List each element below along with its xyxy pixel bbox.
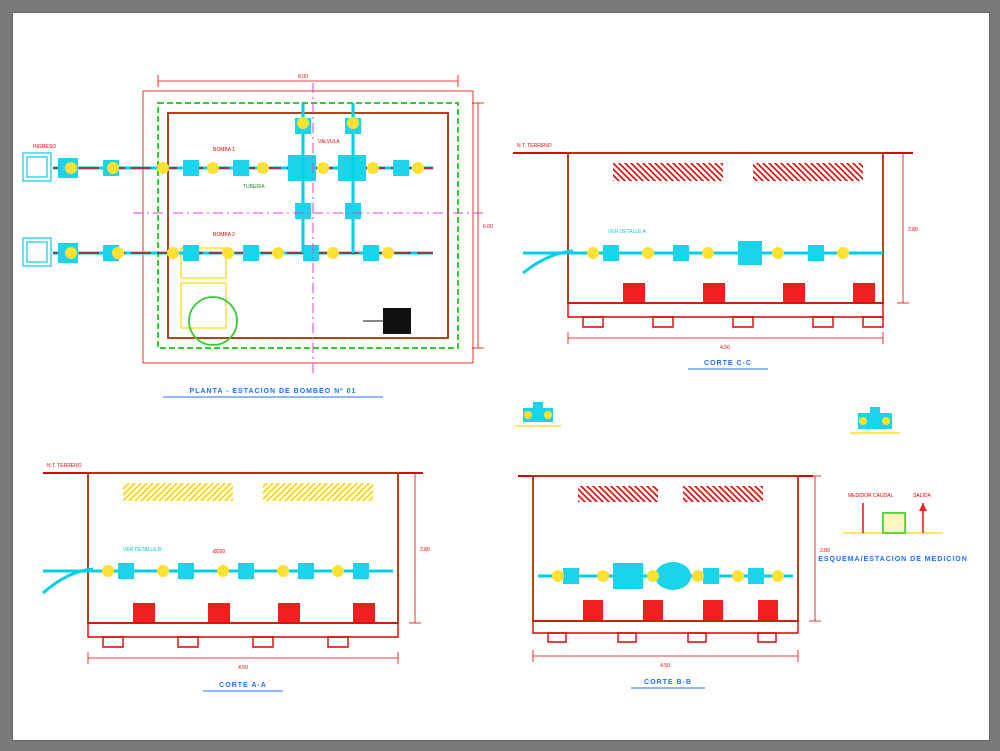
- svg-text:4.50: 4.50: [660, 663, 670, 669]
- ann-bomba1: BOMBA 1: [213, 147, 235, 153]
- pipe-run-top: [53, 155, 433, 181]
- svg-text:Ø200: Ø200: [213, 549, 225, 555]
- svg-text:2.80: 2.80: [420, 547, 430, 553]
- svg-text:N.T. TERRENO: N.T. TERRENO: [47, 463, 82, 469]
- title-plan: PLANTA - ESTACION DE BOMBEO Nº 01: [190, 388, 357, 395]
- ann-detalle-b: VER DETALLE B: [123, 547, 162, 553]
- ann-detalle-a: VER DETALLE A: [608, 229, 647, 235]
- svg-text:N.T. TERRENO: N.T. TERRENO: [517, 143, 552, 149]
- svg-text:MEDIDOR CAUDAL: MEDIDOR CAUDAL: [848, 493, 894, 499]
- cad-canvas[interactable]: 8.00 6.00 BOMBA 1 BOMBA 2 INGRESO VALVUL…: [13, 13, 989, 740]
- detail-small-bottom: [850, 407, 900, 433]
- pipe-run-bottom: [53, 243, 433, 263]
- title-corte-bb: CORTE B-B: [644, 679, 692, 686]
- ann-ingreso: INGRESO: [33, 144, 56, 150]
- svg-text:2.80: 2.80: [908, 227, 918, 233]
- pump-body-icon: [613, 563, 643, 589]
- view-corte-cc: VER DETALLE A N.T. TERRENO 4.50 2.80 COR…: [513, 143, 918, 369]
- dim-plan-w: 8.00: [298, 74, 308, 80]
- view-schema: MEDIDOR CAUDAL SALIDA ESQUEMA/ESTACION D…: [818, 493, 968, 563]
- dim-plan-h: 6.00: [483, 224, 493, 230]
- view-corte-aa: VER DETALLE B Ø200 N.T. TERRENO 4.50 2.8…: [43, 463, 430, 691]
- title-corte-cc: CORTE C-C: [704, 360, 752, 367]
- drawing-sheet[interactable]: 8.00 6.00 BOMBA 1 BOMBA 2 INGRESO VALVUL…: [12, 12, 990, 741]
- svg-text:4.50: 4.50: [720, 345, 730, 351]
- svg-text:SALIDA: SALIDA: [913, 493, 931, 499]
- title-schema: ESQUEMA/ESTACION DE MEDICION: [818, 556, 968, 563]
- ann-bomba2: BOMBA 2: [213, 232, 235, 238]
- view-plan: 8.00 6.00 BOMBA 1 BOMBA 2 INGRESO VALVUL…: [23, 74, 493, 397]
- svg-text:4.50: 4.50: [238, 665, 248, 671]
- svg-text:VALVULA: VALVULA: [318, 139, 340, 145]
- title-corte-aa: CORTE A-A: [219, 682, 267, 689]
- svg-text:TUBERIA: TUBERIA: [243, 184, 265, 190]
- view-corte-bb: 4.50 2.80 CORTE B-B: [518, 476, 830, 688]
- detail-small-top: [515, 402, 561, 426]
- svg-text:2.80: 2.80: [820, 548, 830, 554]
- viewport-frame: 8.00 6.00 BOMBA 1 BOMBA 2 INGRESO VALVUL…: [0, 0, 1000, 751]
